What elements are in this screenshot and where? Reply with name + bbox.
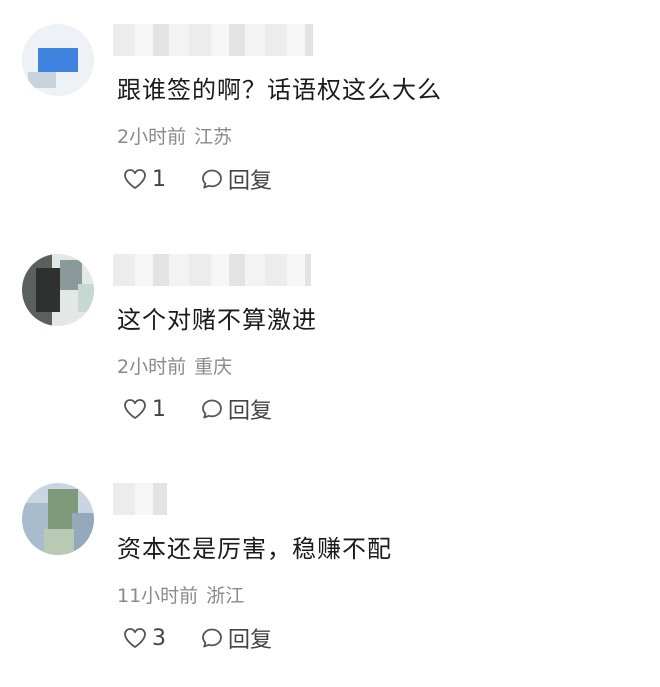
- reply-label: 回复: [228, 399, 273, 424]
- like-count: 3: [152, 625, 166, 651]
- comment-actions: 3 回复: [122, 621, 272, 655]
- comment-location: 重庆: [194, 356, 233, 378]
- comment-actions: 1 回复: [122, 392, 272, 426]
- comment-time: 2小时前: [117, 356, 187, 378]
- speech-bubble-icon: [202, 628, 222, 648]
- reply-label: 回复: [228, 169, 273, 194]
- comment-actions: 1 回复: [122, 162, 272, 196]
- username-blurred[interactable]: [113, 254, 311, 286]
- reply-label: 回复: [228, 628, 273, 653]
- comment-meta: 11小时前 浙江: [117, 581, 244, 608]
- comment-text: 这个对赌不算激进: [117, 306, 317, 334]
- reply-button[interactable]: 回复: [200, 163, 272, 195]
- comment-text: 跟谁签的啊？话语权这么大么: [117, 76, 442, 104]
- avatar[interactable]: [22, 483, 94, 555]
- heart-icon: [124, 399, 146, 419]
- comment-meta: 2小时前 重庆: [117, 352, 232, 379]
- comment-item: 资本还是厉害，稳赚不配 11小时前 浙江 3 回复: [0, 459, 660, 687]
- username-blurred[interactable]: [113, 24, 313, 56]
- username-blurred[interactable]: [113, 483, 167, 515]
- comment-item: 跟谁签的啊？话语权这么大么 2小时前 江苏 1 回复: [0, 0, 660, 228]
- reply-button[interactable]: 回复: [200, 622, 272, 654]
- like-count: 1: [152, 166, 166, 192]
- heart-icon: [124, 628, 146, 648]
- like-button[interactable]: 1: [122, 397, 174, 422]
- reply-button[interactable]: 回复: [200, 393, 272, 425]
- like-button[interactable]: 1: [122, 167, 174, 192]
- like-count: 1: [152, 396, 166, 422]
- comment-location: 浙江: [206, 585, 245, 607]
- avatar[interactable]: [22, 24, 94, 96]
- comment-location: 江苏: [194, 126, 233, 148]
- comment-text: 资本还是厉害，稳赚不配: [117, 535, 392, 563]
- comment-item: 这个对赌不算激进 2小时前 重庆 1 回复: [0, 230, 660, 458]
- avatar[interactable]: [22, 254, 94, 326]
- heart-icon: [124, 169, 146, 189]
- like-button[interactable]: 3: [122, 626, 174, 651]
- speech-bubble-icon: [202, 169, 222, 189]
- comment-meta: 2小时前 江苏: [117, 122, 232, 149]
- speech-bubble-icon: [202, 399, 222, 419]
- comment-time: 11小时前: [117, 585, 199, 607]
- comment-time: 2小时前: [117, 126, 187, 148]
